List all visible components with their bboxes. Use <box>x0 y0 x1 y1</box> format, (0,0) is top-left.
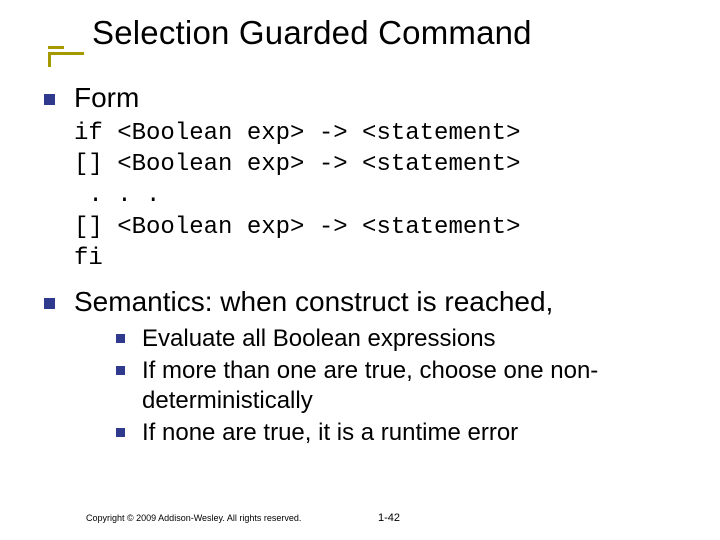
bullet-square-icon <box>44 94 55 105</box>
bullet-semantics: Semantics: when construct is reached, Ev… <box>44 286 690 448</box>
bullet-list-level2: Evaluate all Boolean expressions If more… <box>74 318 690 448</box>
bullet-list-level1: Form if <Boolean exp> -> <statement> [] … <box>44 82 690 448</box>
list-item-text: If none are true, it is a runtime error <box>142 419 518 446</box>
title-block: Selection Guarded Command <box>0 0 720 60</box>
code-block: if <Boolean exp> -> <statement> [] <Bool… <box>74 114 690 282</box>
bullet-form-label: Form <box>74 82 139 113</box>
list-item: If none are true, it is a runtime error <box>116 418 690 448</box>
slide-body: Form if <Boolean exp> -> <statement> [] … <box>0 60 720 448</box>
title-accent-graphic <box>48 52 84 55</box>
bullet-square-icon <box>44 298 55 309</box>
bullet-square-icon <box>116 366 125 375</box>
page-number: 1-42 <box>378 512 400 524</box>
bullet-square-icon <box>116 334 125 343</box>
list-item: If more than one are true, choose one no… <box>116 356 690 416</box>
slide-title: Selection Guarded Command <box>92 14 720 52</box>
footer-copyright: Copyright © 2009 Addison-Wesley. All rig… <box>86 513 301 524</box>
list-item-text: If more than one are true, choose one no… <box>142 357 598 414</box>
list-item: Evaluate all Boolean expressions <box>116 324 690 354</box>
list-item-text: Evaluate all Boolean expressions <box>142 325 496 352</box>
bullet-semantics-label: Semantics: when construct is reached, <box>74 286 553 317</box>
bullet-square-icon <box>116 428 125 437</box>
bullet-form: Form if <Boolean exp> -> <statement> [] … <box>44 82 690 282</box>
